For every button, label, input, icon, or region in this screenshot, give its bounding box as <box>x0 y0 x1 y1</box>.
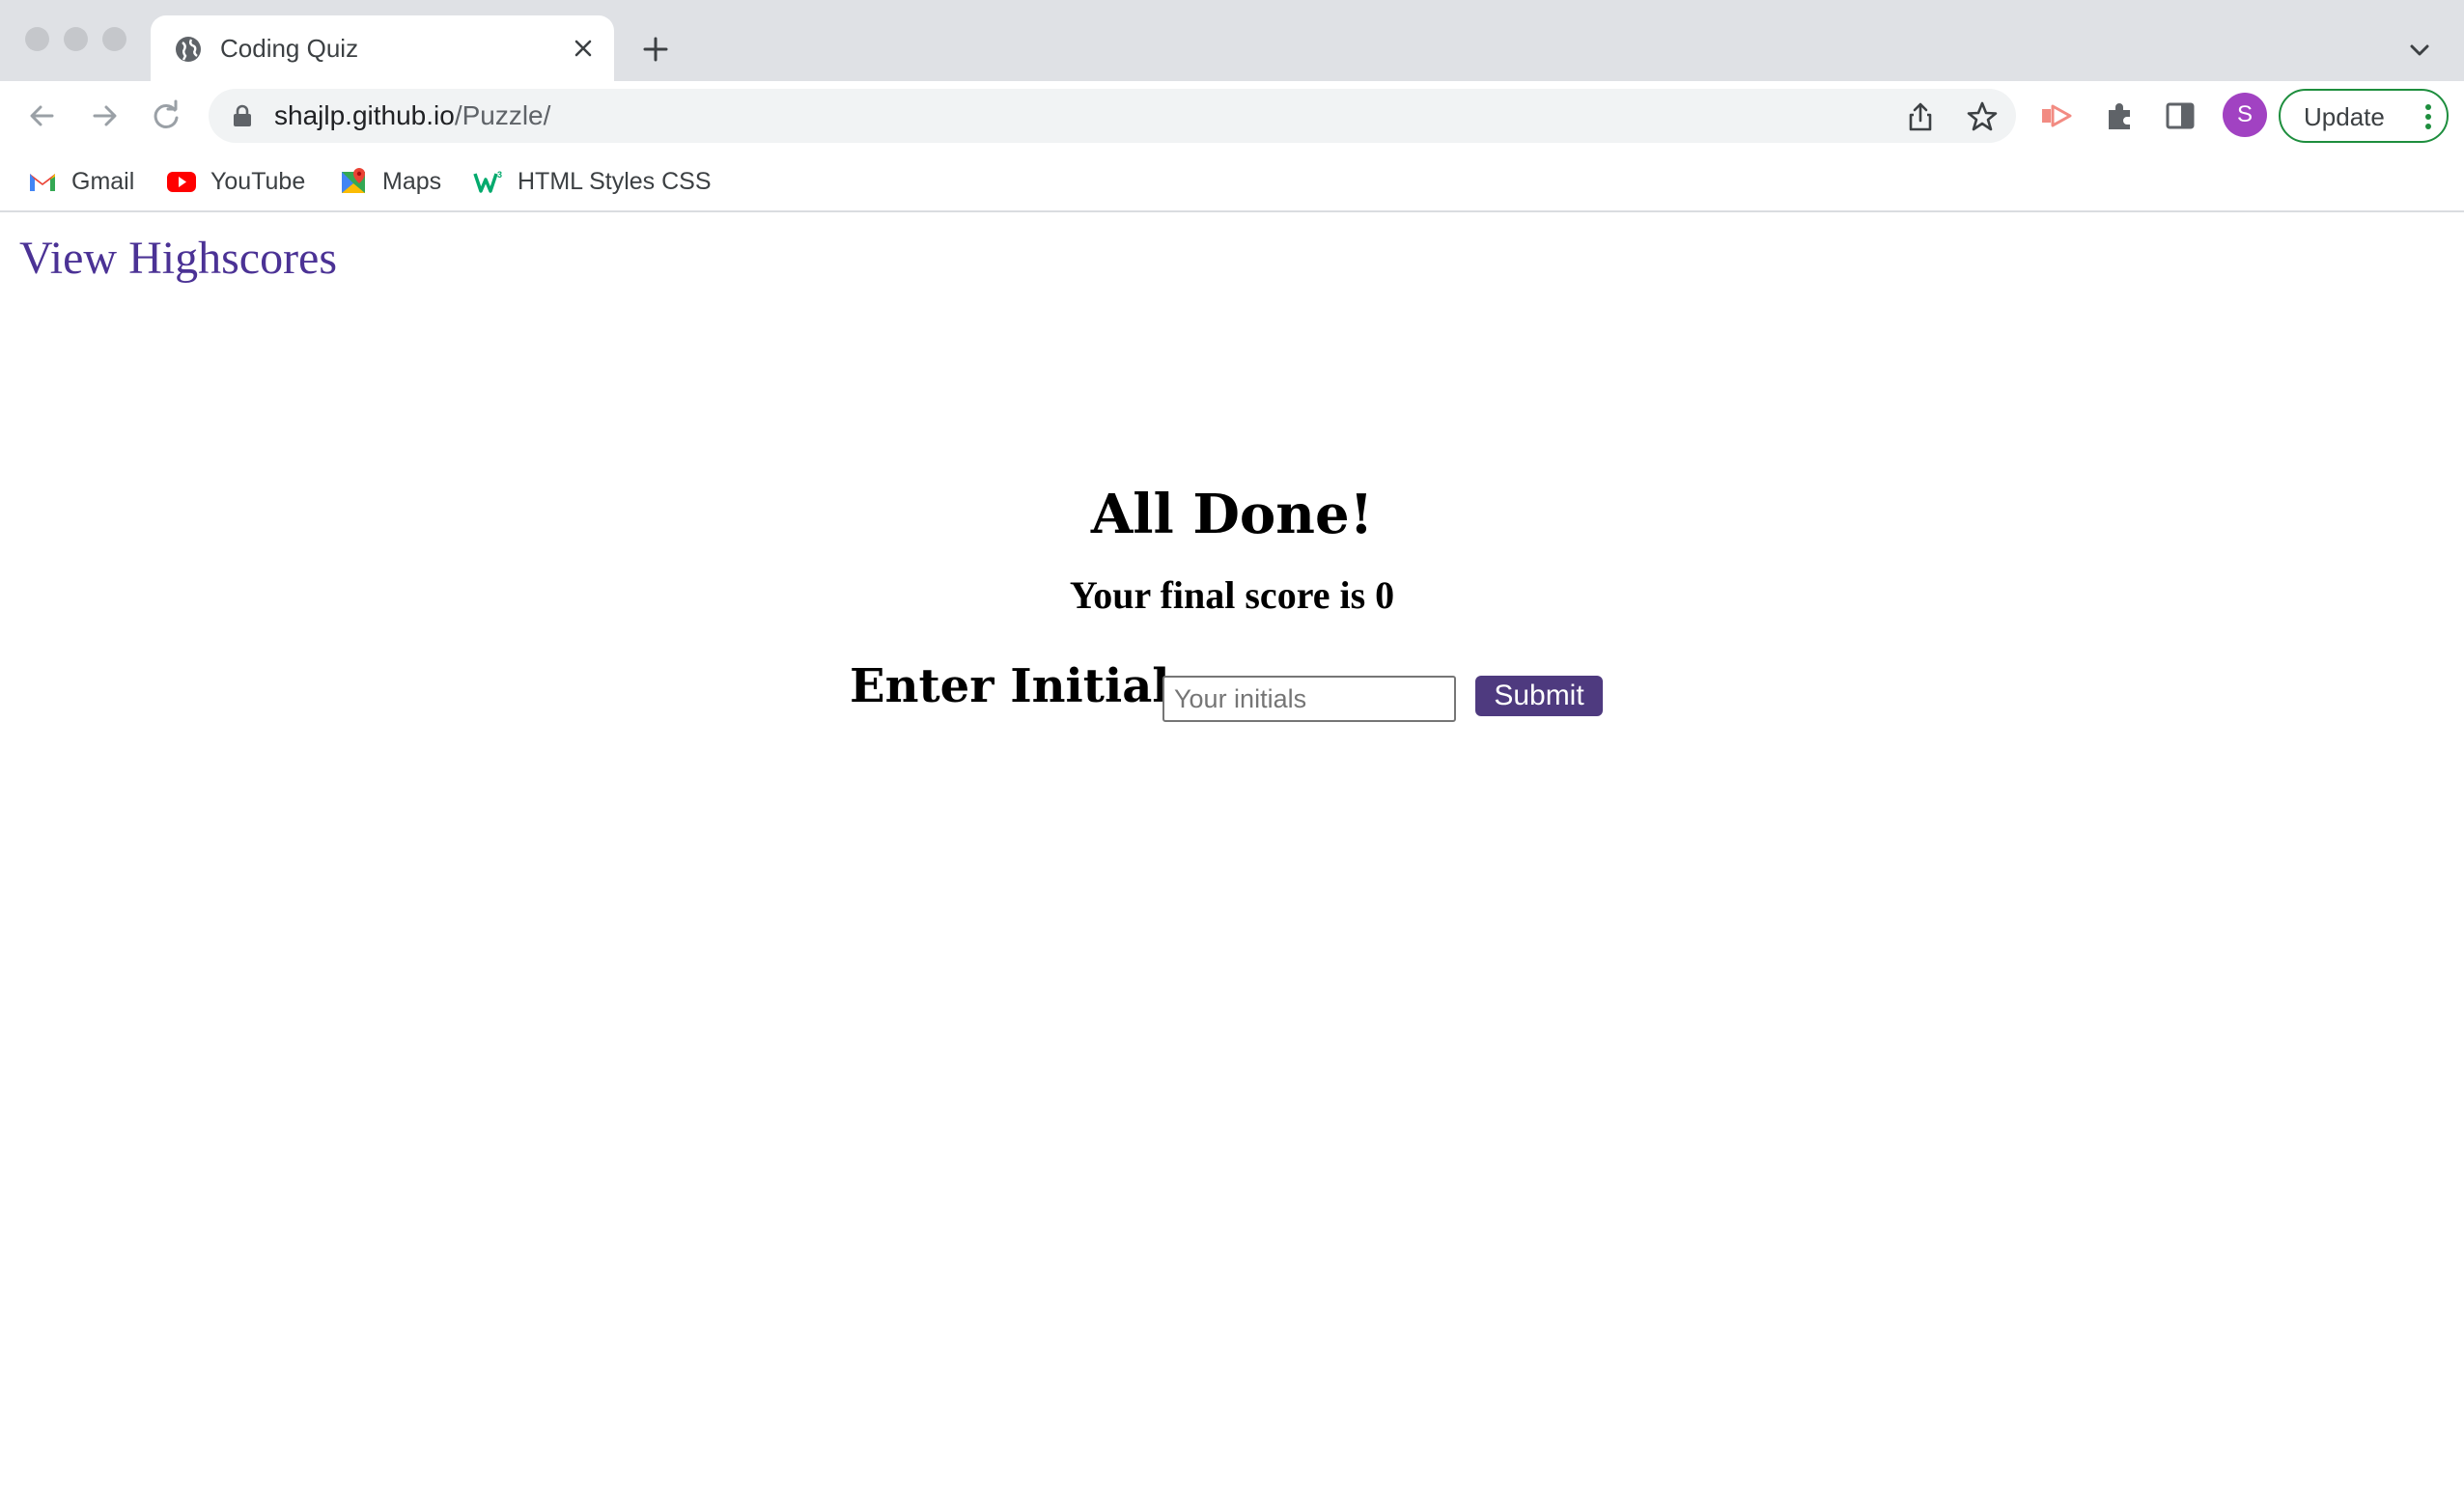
chevron-down-icon[interactable] <box>2406 37 2433 64</box>
share-icon[interactable] <box>1904 100 1937 133</box>
lock-icon[interactable] <box>232 104 253 127</box>
address-bar[interactable]: shajlp.github.io/Puzzle/ <box>209 89 2016 143</box>
globe-icon <box>176 37 201 62</box>
w3schools-icon: 3 <box>473 170 502 193</box>
bookmark-gmail[interactable]: Gmail <box>27 162 134 201</box>
reload-icon[interactable] <box>149 98 183 133</box>
window-close-light[interactable] <box>25 27 49 51</box>
svg-text:3: 3 <box>497 170 502 180</box>
final-score-value: 0 <box>1375 573 1395 617</box>
initials-label: Enter Initials: <box>850 659 1214 713</box>
tab-strip: Coding Quiz <box>0 0 2464 81</box>
page-content: View Highscores All Done! Your final sco… <box>0 214 2464 1500</box>
url-path: /Puzzle/ <box>454 100 551 130</box>
kebab-menu-icon[interactable] <box>2423 102 2433 131</box>
back-icon[interactable] <box>25 98 60 133</box>
youtube-icon <box>167 172 196 192</box>
maps-icon <box>342 168 365 193</box>
submit-button[interactable]: Submit <box>1475 676 1603 716</box>
bookmark-label: YouTube <box>210 167 306 195</box>
gmail-icon <box>30 174 55 191</box>
url-text[interactable]: shajlp.github.io/Puzzle/ <box>274 99 550 132</box>
screencast-extension-icon[interactable] <box>2039 98 2074 133</box>
url-domain: shajlp.github.io <box>274 100 455 130</box>
close-icon[interactable] <box>572 37 595 60</box>
bookmark-youtube[interactable]: YouTube <box>166 162 305 201</box>
update-label: Update <box>2304 102 2385 131</box>
tab-title: Coding Quiz <box>220 34 359 63</box>
avatar[interactable]: S <box>2223 93 2267 137</box>
page-title: All Done! <box>1090 483 1374 546</box>
final-score-label: Your final score is <box>1069 573 1366 617</box>
window-minimize-light[interactable] <box>64 27 88 51</box>
bookmarks-bar: Gmail YouTube Maps 3 HTML Styles CSS <box>0 151 2464 212</box>
bookmark-label: HTML Styles CSS <box>518 167 712 195</box>
puzzle-piece-icon[interactable] <box>2103 98 2138 133</box>
bookmark-label: Gmail <box>71 167 135 195</box>
tab-coding-quiz[interactable]: Coding Quiz <box>151 15 614 81</box>
window-zoom-light[interactable] <box>102 27 126 51</box>
new-tab-icon[interactable] <box>641 35 670 64</box>
side-panel-icon[interactable] <box>2163 98 2198 133</box>
browser-toolbar: shajlp.github.io/Puzzle/ S Update <box>0 81 2464 151</box>
final-score-text: Your final score is 0 <box>0 571 2464 620</box>
update-button[interactable]: Update <box>2279 89 2449 143</box>
bookmark-maps[interactable]: Maps <box>338 162 441 201</box>
view-highscores-link[interactable]: View Highscores <box>19 232 337 286</box>
initials-input[interactable] <box>1162 676 1456 722</box>
bookmark-label: Maps <box>382 167 442 195</box>
bookmark-html-styles-css[interactable]: 3 HTML Styles CSS <box>473 162 712 201</box>
star-icon[interactable] <box>1966 100 1999 133</box>
forward-icon[interactable] <box>87 98 122 133</box>
